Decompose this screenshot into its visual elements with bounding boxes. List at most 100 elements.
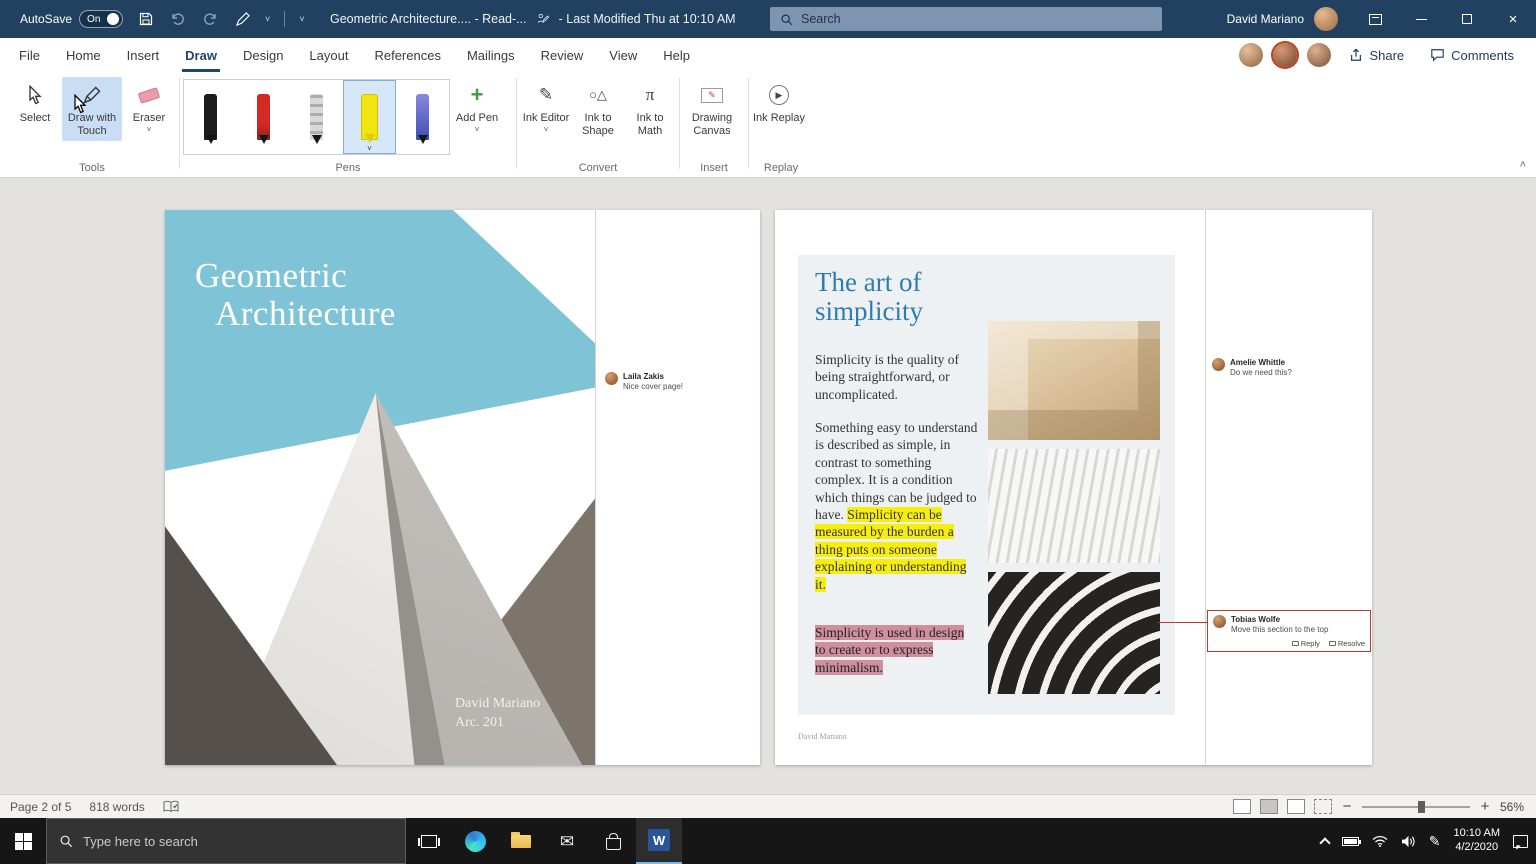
page-indicator[interactable]: Page 2 of 5 [10, 800, 71, 814]
store-button[interactable] [590, 818, 636, 864]
add-pen-chevron[interactable]: ˅ [475, 128, 480, 133]
tray-expand-chevron[interactable] [1321, 835, 1329, 847]
pen-black[interactable] [184, 80, 237, 154]
select-button[interactable]: Select [8, 77, 62, 129]
windows-logo-icon [15, 833, 32, 850]
windows-ink-icon[interactable]: ✎ [1429, 833, 1441, 850]
pen-pencil[interactable] [290, 80, 343, 154]
tab-mailings[interactable]: Mailings [454, 38, 528, 72]
comment-tobias[interactable]: Tobias Wolfe Move this section to the to… [1207, 610, 1371, 652]
collaborator-avatar-3[interactable] [1307, 43, 1331, 67]
ribbon-display-options-button[interactable] [1352, 0, 1398, 38]
collaborator-avatar-1[interactable] [1239, 43, 1263, 67]
action-center-button[interactable] [1513, 835, 1528, 848]
ink-to-shape-button[interactable]: ○△ Ink to Shape [572, 77, 624, 141]
ink-editor-button[interactable]: ✎ Ink Editor ˅ [520, 77, 572, 136]
draw-with-touch-button[interactable]: Draw with Touch [62, 77, 122, 141]
share-button[interactable]: Share [1341, 48, 1412, 63]
undo-icon[interactable] [169, 10, 187, 28]
minimize-button[interactable] [1398, 0, 1444, 38]
customize-toolbar-chevron[interactable]: ˅ [299, 14, 304, 24]
tab-layout[interactable]: Layout [296, 38, 361, 72]
reply-button[interactable]: Reply [1292, 639, 1320, 648]
tab-draw[interactable]: Draw [172, 38, 230, 72]
collaborator-avatar-2[interactable] [1273, 43, 1297, 67]
resolve-button[interactable]: Resolve [1329, 639, 1365, 648]
mail-button[interactable]: ✉ [544, 818, 590, 864]
tools-group-label: Tools [8, 162, 176, 174]
zoom-in-button[interactable]: + [1479, 798, 1491, 815]
start-button[interactable] [0, 818, 46, 864]
highlighter-options-chevron[interactable]: ˅ [343, 145, 396, 153]
ink-editor-chevron[interactable]: ˅ [544, 128, 549, 133]
search-icon [780, 13, 793, 26]
page-2[interactable]: The art of simplicity Simplicity is the … [775, 210, 1372, 765]
word-app-button[interactable]: W [636, 818, 682, 864]
edge-browser-button[interactable] [452, 818, 498, 864]
drawing-canvas-button[interactable]: ✎ Drawing Canvas [683, 77, 741, 141]
tab-review[interactable]: Review [528, 38, 597, 72]
tab-file[interactable]: File [6, 38, 53, 72]
pen-galaxy[interactable] [396, 80, 449, 154]
taskbar-clock[interactable]: 10:10 AM 4/2/2020 [1454, 827, 1500, 855]
web-layout-button[interactable] [1287, 799, 1305, 814]
close-button[interactable]: × [1490, 0, 1536, 38]
zoom-percentage[interactable]: 56% [1500, 800, 1524, 814]
zoom-slider-thumb[interactable] [1418, 801, 1425, 813]
comment-margin-divider [1205, 210, 1206, 765]
word-count[interactable]: 818 words [89, 800, 144, 814]
tab-home[interactable]: Home [53, 38, 114, 72]
pen-highlighter-yellow[interactable]: ˅ [343, 80, 396, 154]
taskbar-search-input[interactable] [83, 834, 373, 849]
comment-laila[interactable]: Laila Zakis Nice cover page! [605, 372, 750, 393]
comment-author: Laila Zakis [623, 372, 683, 382]
tab-design[interactable]: Design [230, 38, 296, 72]
collapse-ribbon-chevron[interactable]: ˄ [1520, 159, 1526, 171]
network-icon[interactable] [1372, 835, 1388, 847]
pen-red[interactable] [237, 80, 290, 154]
tab-help[interactable]: Help [650, 38, 703, 72]
ink-to-math-button[interactable]: π Ink to Math [624, 77, 676, 141]
add-pen-button[interactable]: + Add Pen ˅ [450, 77, 504, 136]
autosave-state: On [83, 14, 100, 25]
proofing-icon[interactable] [163, 800, 179, 814]
redo-icon[interactable] [201, 10, 219, 28]
tab-view[interactable]: View [596, 38, 650, 72]
battery-icon[interactable] [1342, 837, 1359, 846]
zoom-slider[interactable] [1362, 800, 1470, 814]
group-convert: ✎ Ink Editor ˅ ○△ Ink to Shape π Ink to … [520, 72, 676, 177]
document-canvas[interactable]: Geometric Architecture David Mariano Arc… [0, 179, 1536, 794]
article-paragraph-3: Simplicity is used in design to create o… [815, 624, 978, 676]
volume-icon[interactable] [1401, 835, 1416, 848]
yellow-highlighter-icon [361, 94, 378, 140]
ink-tool-dropdown-chevron[interactable]: ˅ [265, 14, 270, 24]
eraser-button[interactable]: Eraser ˅ [122, 77, 176, 136]
taskbar-search[interactable] [46, 818, 406, 864]
replay-group-label: Replay [752, 162, 810, 174]
page-1[interactable]: Geometric Architecture David Mariano Arc… [165, 210, 760, 765]
eraser-dropdown-chevron[interactable]: ˅ [147, 128, 152, 133]
ink-editor-label: Ink Editor [523, 112, 569, 125]
photo-dark-curves [988, 572, 1160, 694]
file-explorer-button[interactable] [498, 818, 544, 864]
ink-replay-button[interactable]: ▶ Ink Replay [752, 77, 806, 129]
comment-amelie[interactable]: Amelie Whittle Do we need this? [1212, 358, 1357, 379]
task-view-button[interactable] [406, 818, 452, 864]
read-mode-button[interactable] [1233, 799, 1251, 814]
titlebar-search[interactable] [770, 7, 1162, 31]
save-icon[interactable] [137, 10, 155, 28]
add-pen-label: Add Pen [456, 112, 498, 125]
autosave-toggle[interactable]: On [79, 10, 123, 28]
user-avatar[interactable] [1314, 7, 1338, 31]
group-separator [516, 78, 517, 169]
tab-insert[interactable]: Insert [114, 38, 173, 72]
tab-references[interactable]: References [361, 38, 453, 72]
search-input[interactable] [801, 12, 1131, 26]
comments-button[interactable]: Comments [1422, 48, 1522, 63]
focus-mode-button[interactable] [1314, 799, 1332, 814]
resolve-icon [1329, 641, 1336, 646]
maximize-button[interactable] [1444, 0, 1490, 38]
zoom-out-button[interactable]: − [1341, 798, 1353, 815]
ink-tool-icon[interactable] [233, 10, 251, 28]
print-layout-button[interactable] [1260, 799, 1278, 814]
